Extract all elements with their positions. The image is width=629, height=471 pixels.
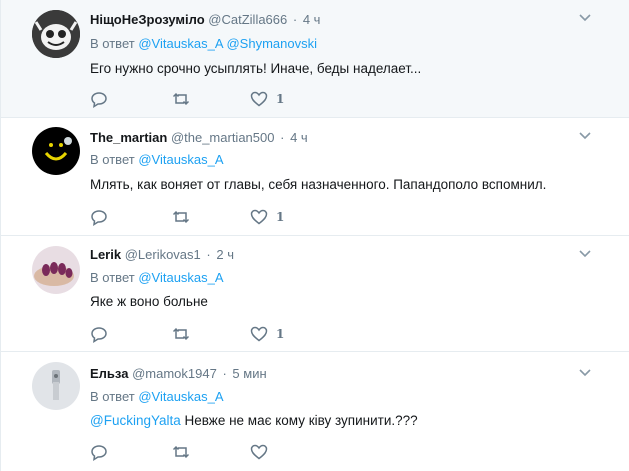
avatar[interactable] bbox=[32, 362, 80, 410]
timestamp[interactable]: 2 ч bbox=[216, 247, 234, 262]
avatar[interactable] bbox=[32, 246, 80, 294]
retweet-icon bbox=[172, 92, 190, 106]
like-count: 1 bbox=[276, 210, 285, 224]
timestamp[interactable]: 4 ч bbox=[303, 12, 321, 27]
tweet-header: НіщоНеЗрозуміло @CatZilla666 · 4 ч bbox=[90, 11, 320, 28]
tweet-actions bbox=[90, 442, 390, 462]
tweet-header: Ельза @mamok1947 · 5 мин bbox=[90, 365, 267, 382]
tweet-text: Млять, как воняет от главы, себя назначе… bbox=[90, 177, 547, 192]
tweet-text: Его нужно срочно усыплять! Иначе, беды н… bbox=[90, 61, 422, 76]
reply-button[interactable] bbox=[90, 324, 108, 344]
tweet-item[interactable]: The_martian @the_martian500 · 4 ч В отве… bbox=[1, 118, 629, 236]
reply-prefix: В ответ bbox=[90, 36, 135, 51]
chevron-down-icon[interactable] bbox=[578, 246, 592, 260]
retweet-button[interactable] bbox=[172, 207, 190, 227]
like-button[interactable]: 1 bbox=[250, 89, 284, 109]
mention-link[interactable]: @Vitauskas_A bbox=[138, 270, 223, 285]
reply-context: В ответ @Vitauskas_A bbox=[90, 151, 224, 168]
separator-dot: · bbox=[292, 12, 298, 27]
heart-icon bbox=[250, 444, 268, 460]
reply-button[interactable] bbox=[90, 442, 108, 462]
separator-dot: · bbox=[206, 247, 211, 262]
mention-link[interactable]: @Vitauskas_A bbox=[138, 36, 223, 51]
user-handle[interactable]: @the_martian500 bbox=[171, 130, 275, 145]
like-button[interactable]: 1 bbox=[250, 324, 284, 344]
tweet-item[interactable]: НіщоНеЗрозуміло @CatZilla666 · 4 ч В отв… bbox=[1, 0, 629, 118]
retweet-icon bbox=[172, 327, 190, 341]
user-handle[interactable]: @CatZilla666 bbox=[208, 12, 287, 27]
user-name[interactable]: НіщоНеЗрозуміло bbox=[90, 12, 205, 27]
tweet-text: Яке ж воно больне bbox=[90, 294, 208, 309]
tweet-item[interactable]: Ельза @mamok1947 · 5 мин В ответ @Vitaus… bbox=[1, 352, 629, 471]
avatar[interactable] bbox=[32, 10, 80, 58]
chevron-down-icon[interactable] bbox=[578, 365, 592, 379]
user-handle[interactable]: @Lerikovas1 bbox=[125, 247, 201, 262]
retweet-button[interactable] bbox=[172, 324, 190, 344]
replies-feed: НіщоНеЗрозуміло @CatZilla666 · 4 ч В отв… bbox=[0, 0, 629, 471]
heart-icon bbox=[250, 91, 268, 107]
reply-button[interactable] bbox=[90, 207, 108, 227]
reply-prefix: В ответ bbox=[90, 152, 135, 167]
tweet-header: Lerik @Lerikovas1 · 2 ч bbox=[90, 246, 234, 263]
user-name[interactable]: Ельза bbox=[90, 366, 128, 381]
like-count: 1 bbox=[276, 327, 285, 341]
reply-prefix: В ответ bbox=[90, 389, 135, 404]
like-count: 1 bbox=[276, 92, 285, 106]
timestamp[interactable]: 4 ч bbox=[290, 130, 308, 145]
reply-icon bbox=[91, 92, 107, 108]
reply-context: В ответ @Vitauskas_A bbox=[90, 269, 224, 286]
mention-link[interactable]: @Vitauskas_A bbox=[138, 389, 223, 404]
tweet-actions: 1 bbox=[90, 89, 390, 109]
separator-dot: · bbox=[222, 366, 227, 381]
mention-link[interactable]: @Shymanovski bbox=[226, 36, 317, 51]
avatar[interactable] bbox=[32, 127, 80, 175]
tweet-text: @FuckingYalta Невже не має кому ківу зуп… bbox=[90, 412, 418, 430]
mention-link[interactable]: @FuckingYalta bbox=[90, 413, 181, 428]
tweet-item[interactable]: Lerik @Lerikovas1 · 2 ч В ответ @Vitausk… bbox=[1, 236, 629, 352]
reply-context: В ответ @Vitauskas_A @Shymanovski bbox=[90, 35, 317, 52]
reply-button[interactable] bbox=[90, 89, 108, 109]
heart-icon bbox=[250, 326, 268, 342]
reply-context: В ответ @Vitauskas_A bbox=[90, 388, 224, 405]
chevron-down-icon[interactable] bbox=[578, 10, 592, 24]
reply-icon bbox=[91, 327, 107, 343]
user-handle[interactable]: @mamok1947 bbox=[132, 366, 217, 381]
tweet-actions: 1 bbox=[90, 324, 390, 344]
separator-dot: · bbox=[280, 130, 285, 145]
like-button[interactable]: 1 bbox=[250, 207, 284, 227]
reply-icon bbox=[91, 445, 107, 461]
retweet-button[interactable] bbox=[172, 442, 190, 462]
tweet-actions: 1 bbox=[90, 207, 390, 227]
retweet-icon bbox=[172, 445, 190, 459]
user-name[interactable]: Lerik bbox=[90, 247, 121, 262]
timestamp[interactable]: 5 мин bbox=[232, 366, 266, 381]
reply-icon bbox=[91, 210, 107, 226]
tweet-header: The_martian @the_martian500 · 4 ч bbox=[90, 129, 308, 146]
retweet-button[interactable] bbox=[172, 89, 190, 109]
mention-link[interactable]: @Vitauskas_A bbox=[138, 152, 223, 167]
chevron-down-icon[interactable] bbox=[578, 128, 592, 142]
like-button[interactable] bbox=[250, 442, 276, 462]
retweet-icon bbox=[172, 210, 190, 224]
tweet-body: Невже не має кому ківу зупинити.??? bbox=[184, 413, 418, 428]
user-name[interactable]: The_martian bbox=[90, 130, 167, 145]
reply-prefix: В ответ bbox=[90, 270, 135, 285]
heart-icon bbox=[250, 209, 268, 225]
